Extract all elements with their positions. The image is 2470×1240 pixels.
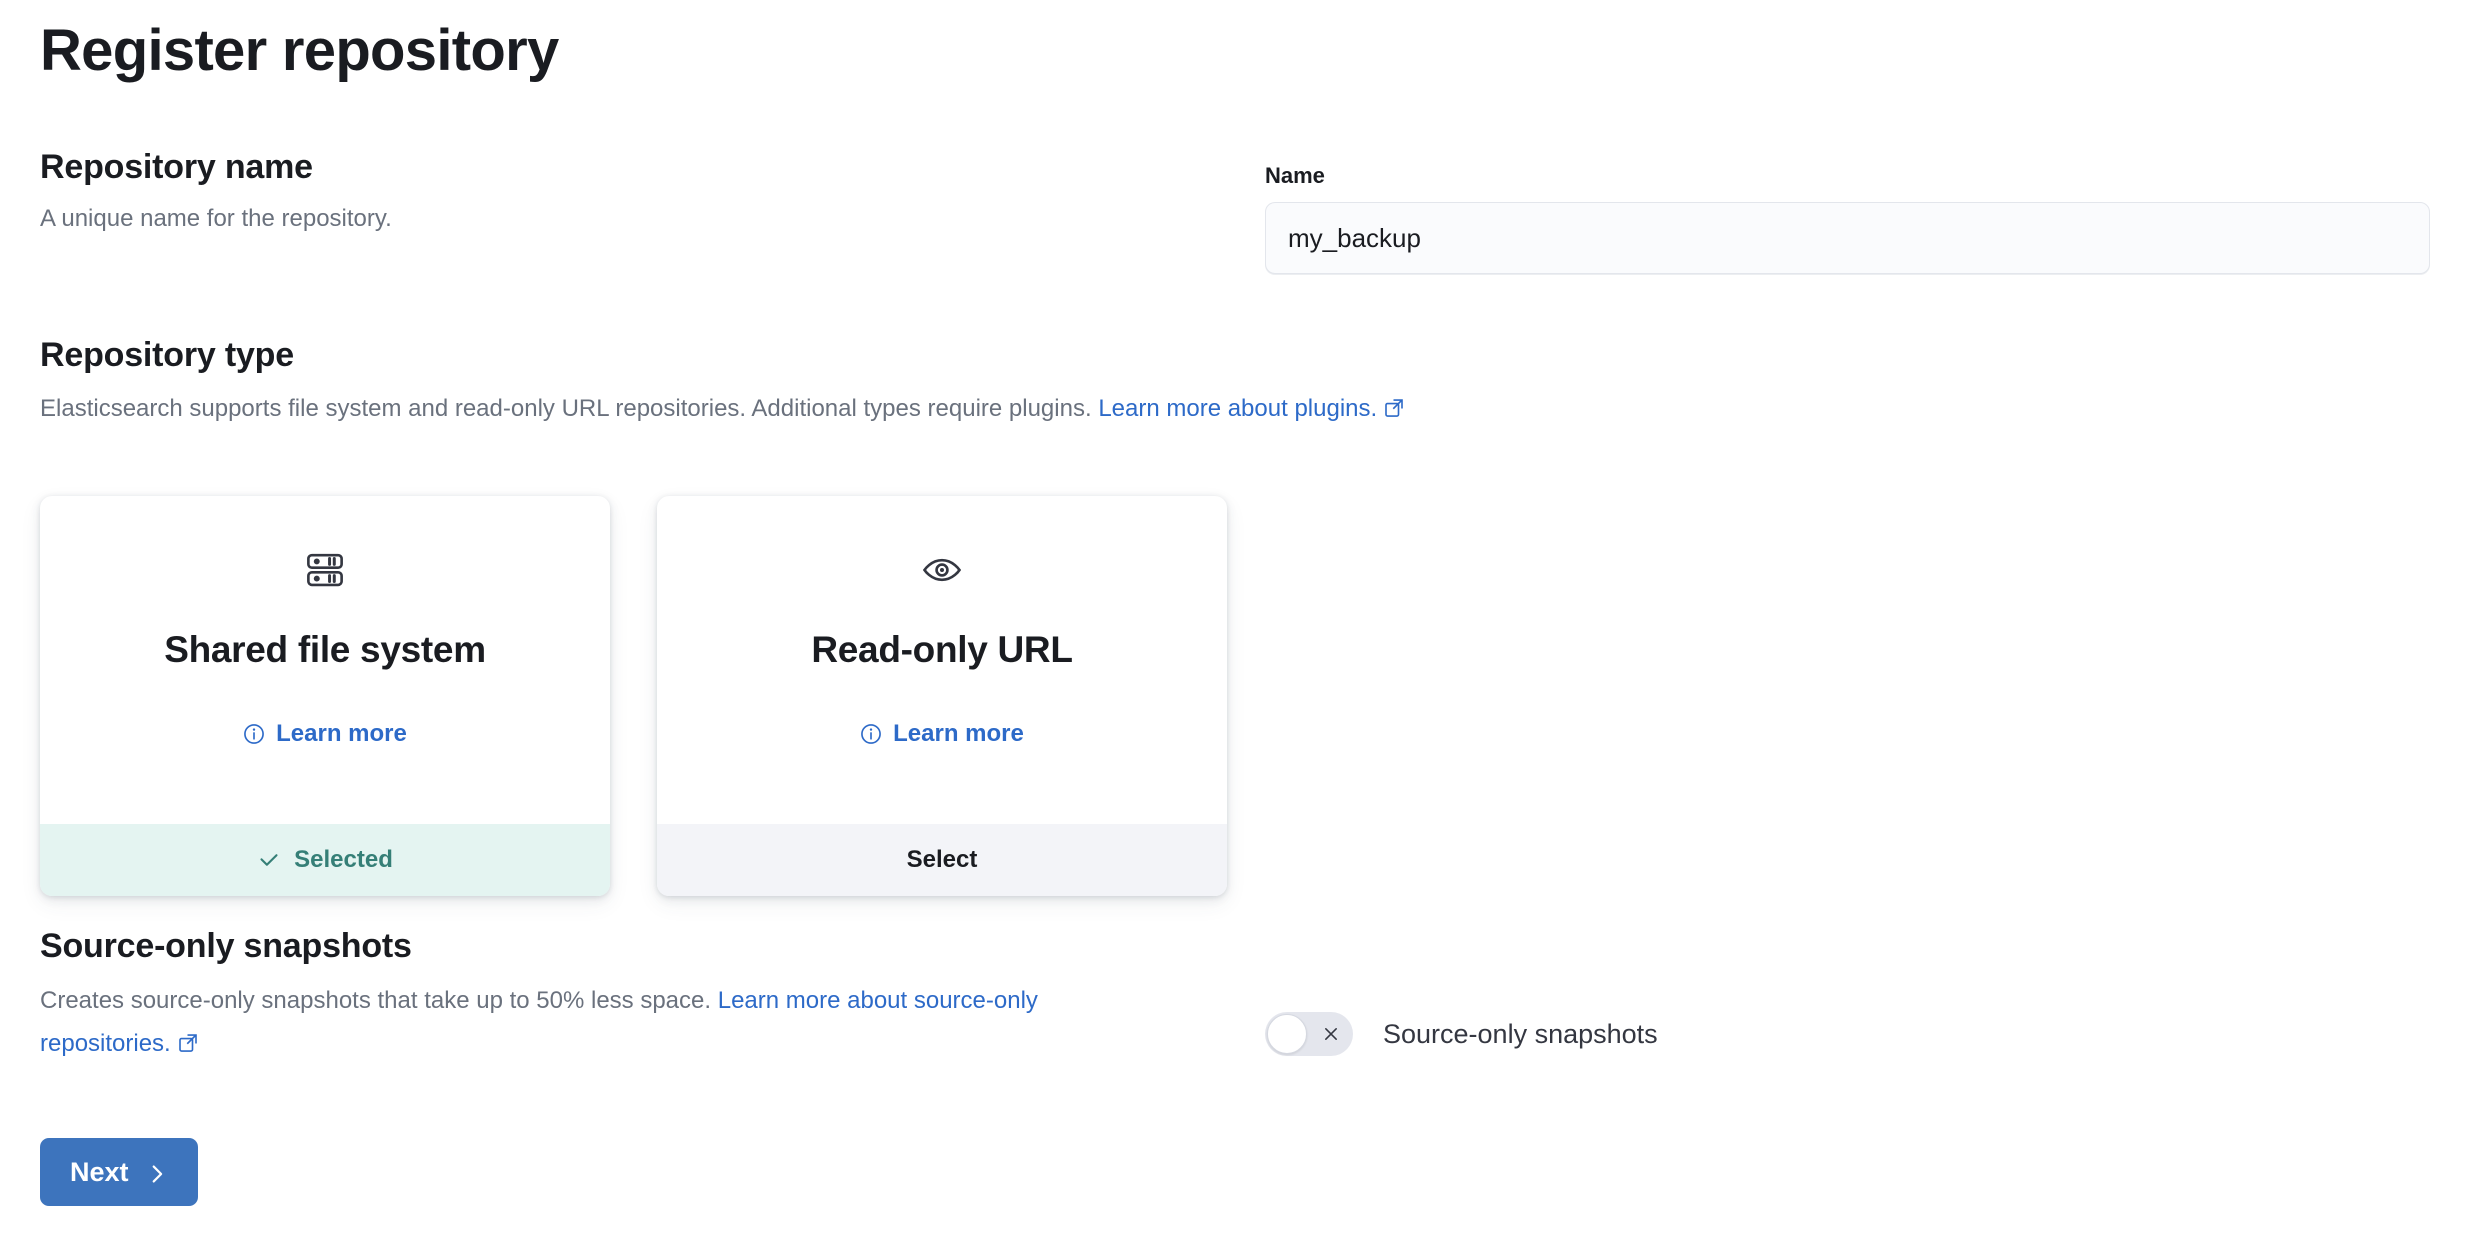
external-link-icon [1384, 398, 1404, 418]
external-link-icon [178, 1033, 198, 1053]
card-footer-select[interactable]: Select [657, 824, 1227, 896]
card-footer-selected[interactable]: Selected [40, 824, 610, 896]
repository-name-heading: Repository name [40, 148, 313, 186]
card-learn-more-label: Learn more [276, 720, 407, 747]
plugins-learn-more-link[interactable]: Learn more about plugins. [1098, 395, 1377, 422]
next-button-label: Next [70, 1156, 129, 1187]
repository-type-section: Repository type Elasticsearch supports f… [40, 334, 1820, 430]
repository-name-field-block: Name [1265, 163, 2430, 274]
register-repository-page: Register repository Repository name A un… [0, 0, 2470, 1240]
close-icon [1322, 1025, 1340, 1043]
card-body: Read-only URL Learn more [657, 496, 1227, 824]
card-footer-label: Select [906, 846, 978, 873]
source-only-description: Creates source-only snapshots that take … [40, 979, 1170, 1065]
source-only-toggle[interactable] [1265, 1012, 1353, 1056]
source-only-toggle-label: Source-only snapshots [1383, 1019, 1658, 1049]
repository-type-cards: Shared file system Learn more Selected R… [40, 496, 1227, 896]
source-only-toggle-row: Source-only snapshots [1265, 1012, 1658, 1056]
storage-rack-icon [303, 548, 347, 592]
repository-type-card-read-only-url[interactable]: Read-only URL Learn more Select [657, 496, 1227, 896]
card-body: Shared file system Learn more [40, 496, 610, 824]
repository-name-description: A unique name for the repository. [40, 205, 392, 232]
source-only-heading: Source-only snapshots [40, 927, 412, 965]
card-learn-more-link[interactable]: Learn more [860, 720, 1024, 748]
info-icon [860, 723, 882, 745]
repository-name-section: Repository name A unique name for the re… [40, 146, 1180, 240]
check-icon [257, 848, 281, 872]
toggle-knob [1267, 1014, 1307, 1054]
card-footer-label: Selected [294, 846, 393, 873]
source-only-section: Source-only snapshots Creates source-onl… [40, 925, 1170, 1065]
chevron-right-icon [146, 1161, 168, 1183]
card-title: Read-only URL [811, 629, 1073, 670]
card-learn-more-label: Learn more [893, 720, 1024, 747]
repository-type-heading: Repository type [40, 336, 294, 374]
repository-type-card-shared-file-system[interactable]: Shared file system Learn more Selected [40, 496, 610, 896]
card-learn-more-link[interactable]: Learn more [243, 720, 407, 748]
eye-icon [920, 548, 964, 592]
page-title: Register repository [40, 18, 559, 83]
next-button[interactable]: Next [40, 1138, 198, 1206]
repository-type-description-text: Elasticsearch supports file system and r… [40, 395, 1092, 422]
repository-type-description: Elasticsearch supports file system and r… [40, 388, 1820, 430]
card-title: Shared file system [164, 629, 486, 670]
source-only-description-text: Creates source-only snapshots that take … [40, 987, 712, 1014]
info-icon [243, 723, 265, 745]
name-input[interactable] [1265, 202, 2430, 274]
name-field-label: Name [1265, 163, 1325, 188]
